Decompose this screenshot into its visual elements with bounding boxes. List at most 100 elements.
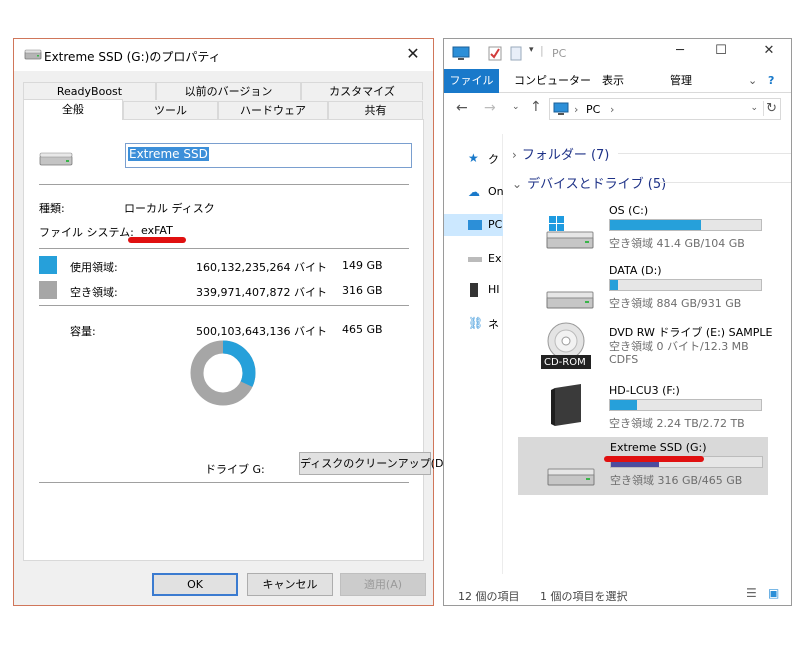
new-folder-icon[interactable] [510,46,522,61]
drive-name: OS (C:) [609,204,649,217]
pc-icon [553,102,569,115]
chevron-down-icon[interactable]: ⌄ [748,72,757,92]
group-divider [659,182,791,183]
capacity-label: 容量: [70,325,96,338]
tab-row-bottom: 全般 ツール ハードウェア 共有 [23,99,423,120]
drive-item-g[interactable]: Extreme SSD (G:) 空き領域 316 GB/465 GB [518,437,768,495]
tab-sharing[interactable]: 共有 [328,101,423,119]
apply-button[interactable]: 適用(A) [340,573,426,596]
pc-icon [452,46,470,60]
nav-item-onedrive[interactable]: ☁ On [444,181,504,203]
nav-item-hd-lcu3[interactable]: HI [444,279,503,301]
external-hdd-icon [551,384,581,426]
cancel-button[interactable]: キャンセル [247,573,333,596]
hdd-icon [546,291,594,309]
disk-cleanup-button[interactable]: ディスクのクリーンアップ(D) [299,452,448,475]
close-icon[interactable]: ✕ [758,43,780,58]
close-icon[interactable]: ✕ [403,44,423,64]
used-space-bytes: 160,132,235,264 バイト [196,261,327,274]
volume-name-text: Extreme SSD [128,147,209,161]
back-icon[interactable]: ← [456,100,468,116]
drive-usage-fill [610,280,618,290]
drive-filesystem: CDFS [609,353,639,366]
ribbon-tabs: ファイル コンピューター 表示 管理 ⌄ ? [444,69,791,93]
drive-icon [468,257,482,262]
window-title: PC [552,47,567,60]
dialog-title: Extreme SSD (G:)のプロパティ [44,50,221,64]
group-header-drives[interactable]: ⌄ デバイスとドライブ (5) [512,173,666,192]
maximize-icon[interactable]: ☐ [710,43,732,58]
tiles-view-icon[interactable]: ▣ [768,586,779,600]
drive-icon [24,49,42,60]
address-text[interactable]: PC [586,103,600,116]
details-view-icon[interactable]: ☰ [746,586,757,600]
ribbon-tab-manage[interactable]: 管理 [670,72,692,92]
dialog-titlebar: Extreme SSD (G:)のプロパティ ✕ [14,39,433,71]
tab-tools[interactable]: ツール [123,101,218,119]
navigation-bar: ← → ⌄ ↑ › PC › ⌄ ↻ [444,96,791,128]
nav-item-label: On [488,185,504,198]
chevron-down-icon: ⌄ [512,177,523,191]
breadcrumb-chevron-icon[interactable]: › [610,103,614,116]
drive-name: DATA (D:) [609,264,662,277]
quick-access-toolbar: ▾ | PC ─ ☐ ✕ [444,39,791,67]
star-icon: ★ [468,151,479,165]
nav-item-quick-access[interactable]: ★ ク [444,147,503,169]
ribbon-tab-view[interactable]: 表示 [602,72,624,92]
tab-customize[interactable]: カスタマイズ [301,82,423,100]
tab-row-top: ReadyBoost 以前のバージョン カスタマイズ [23,82,423,100]
divider [39,248,409,249]
cloud-icon: ☁ [468,185,480,199]
nav-item-extreme-ssd[interactable]: Ex [444,248,503,270]
nav-item-label: PC [488,218,503,231]
nav-item-label: ク [488,153,499,166]
used-space-gb: 149 GB [342,259,383,272]
drive-item-e[interactable]: CD-ROM DVD RW ドライブ (E:) SAMPLE 空き領域 0 バイ… [517,320,773,378]
selected-count: 1 個の項目を選択 [540,590,628,603]
drive-usage-bar [609,219,762,231]
drive-item-c[interactable]: OS (C:) 空き領域 41.4 GB/104 GB [517,200,769,258]
properties-icon[interactable] [488,46,502,61]
hdd-icon [547,468,595,486]
forward-icon[interactable]: → [484,100,496,116]
drive-item-f[interactable]: HD-LCU3 (F:) 空き領域 2.24 TB/2.72 TB [517,380,769,438]
nav-item-pc[interactable]: PC [444,214,503,236]
help-icon[interactable]: ? [768,72,774,92]
cd-rom-badge: CD-ROM [544,357,586,368]
pc-icon [468,220,482,230]
recent-locations-icon[interactable]: ⌄ [512,102,520,112]
address-history-icon[interactable]: ⌄ [750,103,758,113]
used-space-swatch [39,256,57,274]
nav-item-network[interactable]: ⛓ ネ [444,312,503,334]
filesystem-label: ファイル システム: [39,226,134,239]
content-pane: › フォルダー (7) ⌄ デバイスとドライブ (5) OS (C:) 空き領域 4… [504,134,791,574]
ribbon-tab-computer[interactable]: コンピューター [514,72,591,92]
tab-previous-versions[interactable]: 以前のバージョン [156,82,301,100]
tab-hardware[interactable]: ハードウェア [218,101,328,119]
group-divider [618,153,791,154]
status-bar: 12 個の項目 1 個の項目を選択 ☰ ▣ [444,583,791,605]
drive-free-space: 空き領域 2.24 TB/2.72 TB [609,417,745,430]
used-space-label: 使用領域: [70,261,118,274]
free-space-swatch [39,281,57,299]
type-label: 種類: [39,202,65,215]
group-header-folders[interactable]: › フォルダー (7) [512,144,609,163]
tab-readyboost[interactable]: ReadyBoost [23,82,156,100]
customize-toolbar-icon[interactable]: ▾ [529,45,534,55]
drive-free-space: 空き領域 0 バイト/12.3 MB [609,340,749,353]
nav-item-label: ネ [488,318,499,331]
red-highlight-mark [128,237,186,243]
nav-item-label: Ex [488,252,502,265]
volume-name-input[interactable]: Extreme SSD [125,143,412,168]
ok-button[interactable]: OK [152,573,238,596]
minimize-icon[interactable]: ─ [669,43,691,58]
windows-drive-icon [546,216,594,249]
group-title: デバイスとドライブ (5) [527,177,667,192]
ribbon-tab-file[interactable]: ファイル [444,69,499,93]
drive-usage-fill [610,220,701,230]
tab-general[interactable]: 全般 [23,99,123,120]
drive-item-d[interactable]: DATA (D:) 空き領域 884 GB/931 GB [517,260,769,318]
refresh-icon[interactable]: ↻ [763,101,777,116]
address-bar[interactable]: › PC › ⌄ ↻ [549,98,781,120]
up-icon[interactable]: ↑ [530,99,542,115]
